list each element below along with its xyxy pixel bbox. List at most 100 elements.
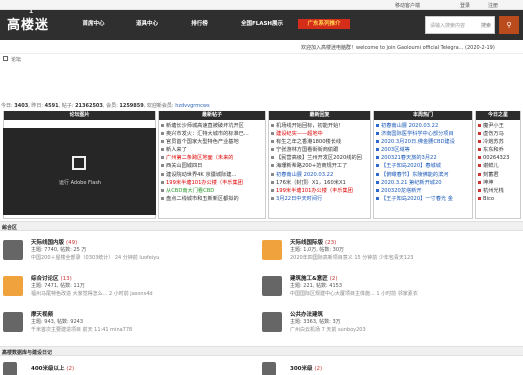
forum-card[interactable]: 摩天视频 主题: 943, 帖数: 9243 千米首次主要建造项目 前天 11:…: [0, 306, 240, 340]
breadcrumb-forum[interactable]: 论坛: [11, 56, 21, 63]
forum-new-count: (2): [66, 366, 75, 372]
list-item[interactable]: 刻蓄君: [478, 171, 518, 179]
forum-last-post[interactable]: 福州马尾特色改造 大家觉得怎么... 2 小时前 jasons4d: [31, 290, 153, 297]
list-item[interactable]: 初春南山展 2020.03.22: [376, 122, 470, 130]
list-item[interactable]: Bico: [478, 195, 518, 203]
list-item[interactable]: 新塘长沙师城高速直被破坏坑开区: [161, 122, 263, 130]
list-item[interactable]: 谢鲜儿: [478, 162, 518, 170]
list-item[interactable]: 2020.3.21 第纪新开城20: [376, 179, 470, 187]
forum-name[interactable]: 天际线国际版 (23): [290, 238, 336, 246]
list-item[interactable]: 冷炮苏苏: [478, 138, 518, 146]
mobile-client-link[interactable]: 移动客户端: [395, 2, 420, 9]
forum-card[interactable]: 公共办法建筑 主题: 3363, 帖数: 3万 广州白云机场 7 天前 sunb…: [259, 306, 499, 340]
list-item-text: 冷炮苏苏: [483, 139, 504, 146]
forum-last-post[interactable]: 广州白云机场 7 天前 sunboy203: [290, 326, 366, 333]
list-item[interactable]: 杭州光栈: [478, 187, 518, 195]
portal-title-stars: 今日之星: [476, 111, 520, 120]
login-link[interactable]: 登录: [460, 2, 470, 9]
list-item-text: 【俯瞰春节】东陵佛能的滨河: [381, 171, 449, 178]
bullet-icon: [271, 140, 274, 144]
list-item[interactable]: 2020.3月20日.佛金腰CBD建设: [376, 138, 470, 146]
forum-name[interactable]: 综合讨论区 (13): [31, 274, 72, 282]
list-item[interactable]: 200320龙塔新开: [376, 187, 470, 195]
forum-stats: 主题: 7471, 帖数: 11万: [31, 283, 85, 289]
forum-name[interactable]: 摩天视频: [31, 310, 53, 318]
flash-player[interactable]: 运行 Adobe Flash: [3, 128, 156, 215]
list-item[interactable]: 魔尹小王: [478, 122, 518, 130]
list-item-text: 机场线开始回标，初能开始！: [276, 123, 344, 129]
list-item[interactable]: 【王子知岛2020】一寸春光 金: [376, 195, 470, 203]
forum-name[interactable]: 天际线国内版 (49): [31, 238, 77, 246]
list-item[interactable]: 济南国际医学科学中心部分项目: [376, 130, 470, 138]
collapse-icon[interactable]: ▲: [2, 349, 519, 355]
list-item[interactable]: 2003区域等: [376, 146, 470, 154]
list-item-text: 2003区域等: [381, 147, 410, 154]
members-label: 会员:: [106, 103, 118, 109]
list-item[interactable]: 坤坤: [478, 179, 518, 187]
nav-item-5[interactable]: 广东系列推介: [298, 19, 350, 29]
forum-card[interactable]: 300米级 (2): [259, 358, 499, 375]
list-item[interactable]: 虚伤万马: [478, 130, 518, 138]
forum-card[interactable]: 天际线国际版 (23) 主题: 1,0万, 帖数: 30万 2020年四国际高新…: [259, 234, 499, 268]
list-item[interactable]: 有生之年之香港1800楼长线: [271, 138, 368, 146]
forum-name[interactable]: 400米级以上 (2): [31, 364, 74, 372]
list-item-text: 坤坤: [483, 179, 494, 186]
search-scope-dropdown[interactable]: 搜索: [481, 22, 491, 29]
forum-name[interactable]: 300米级 (2): [290, 364, 322, 372]
new-member-link[interactable]: hzdvvgrmcws: [175, 103, 209, 109]
list-item[interactable]: 盘点二线城市和五新新区都拟的: [161, 195, 263, 203]
list-item[interactable]: 【俯瞰春节】东陵佛能的滨河: [376, 171, 470, 179]
list-item[interactable]: 机场线开始回标，初能开始！: [271, 122, 368, 130]
forum-card[interactable]: 天际线国内版 (49) 主题: 7740, 帖数: 25 万 中国200＋屋楼全…: [0, 234, 240, 268]
list-item[interactable]: 00264323: [478, 154, 518, 162]
announcement-text[interactable]: 欢迎加入高楼迷电脑群！welcome to join Gaoloumi offi…: [301, 44, 495, 51]
home-icon[interactable]: [3, 56, 8, 61]
list-item[interactable]: 【民营高级】兰州开发区2020线的回: [271, 154, 368, 162]
nav-item-1[interactable]: 首席中心: [71, 19, 116, 29]
list-item[interactable]: 新人来了: [161, 146, 263, 154]
list-item[interactable]: 西关山园城四日: [161, 162, 263, 170]
nav-item-2[interactable]: 道具中心: [126, 19, 168, 29]
forum-card[interactable]: 建筑施工&意匠 (2) 主题: 221, 帖数: 4153 中国国际区规建中心大…: [259, 270, 499, 304]
collapse-icon[interactable]: ▲: [2, 224, 519, 230]
list-item[interactable]: 从CBD南大门看CBD: [161, 187, 263, 195]
search-button[interactable]: ⚲: [499, 16, 519, 34]
bullet-icon: [271, 164, 274, 168]
list-item[interactable]: 200321春天旅的3月22: [376, 154, 470, 162]
list-item[interactable]: 建设纪实——超地中: [271, 130, 368, 138]
forum-last-post[interactable]: 中国200＋屋楼全部录（0303统计） 24 分钟前 luofeiyu: [31, 254, 159, 261]
list-item-text: 【民营高级】兰州开发区2020线的回: [276, 155, 362, 162]
logo-text: 高楼迷: [7, 18, 50, 33]
list-item[interactable]: 奥兴市发火：汇特大城市的标准已...: [161, 130, 263, 138]
section-header-main[interactable]: 综合区 ▲: [0, 221, 523, 231]
search-input[interactable]: 请输入搜索内容 搜索: [425, 16, 495, 34]
list-item[interactable]: 东东和乔: [478, 146, 518, 154]
flash-run-label[interactable]: 运行 Adobe Flash: [59, 179, 101, 186]
forum-card[interactable]: 综合讨论区 (13) 主题: 7471, 帖数: 11万 福州马尾特色改造 大家…: [0, 270, 240, 304]
list-item[interactable]: 199米半塘101办公楼（丰乐集团: [161, 179, 263, 187]
portal-title-weekly-hot: 本周热门: [374, 111, 472, 120]
site-logo[interactable]: 1 高楼迷: [7, 8, 50, 33]
list-item[interactable]: 【王子知岛2020】春城城: [376, 162, 470, 170]
forum-last-post[interactable]: 中国国际区规建中心大厦项目主体施... 1 小时前 邻家素衣: [290, 290, 418, 297]
list-item-text: Bico: [483, 195, 495, 202]
nav-item-4[interactable]: 全国FLASH展示: [230, 19, 294, 29]
list-item[interactable]: 初春南山展 2020.03.22: [271, 171, 368, 179]
list-item[interactable]: 3月22日中天时间行: [271, 195, 368, 203]
list-item[interactable]: 官员首个国家大型特色产业基地: [161, 138, 263, 146]
bullet-icon: [478, 172, 481, 176]
forum-card[interactable]: 400米级以上 (2): [0, 358, 240, 375]
section-header-database[interactable]: 高楼数据库与建设日记 ▲: [0, 346, 523, 356]
forum-name[interactable]: 公共办法建筑: [290, 310, 323, 318]
nav-item-3[interactable]: 排行榜: [182, 19, 217, 29]
list-item[interactable]: 广州第二条跨区地面（未来的: [161, 154, 263, 162]
list-item[interactable]: 宁张游林方国看街街商偷跟: [271, 146, 368, 154]
list-item[interactable]: 199米半塘101办公楼（丰乐集团: [271, 187, 368, 195]
forum-last-post[interactable]: 千米首次主要建造项目 前天 11:41 mina778: [31, 326, 132, 333]
list-item[interactable]: 176米（封顶）X1，160米X1: [271, 179, 368, 187]
list-item[interactable]: 海珊新希路200+范商规开工了: [271, 162, 368, 170]
register-link[interactable]: 注册: [488, 2, 498, 9]
forum-name[interactable]: 建筑施工&意匠 (2): [290, 274, 338, 282]
list-item[interactable]: 建设院动世界4K 京疆城际建...: [161, 171, 263, 179]
forum-last-post[interactable]: 2020年四国际高新项目意义 15 分钟前 少年包青天123: [290, 254, 413, 261]
